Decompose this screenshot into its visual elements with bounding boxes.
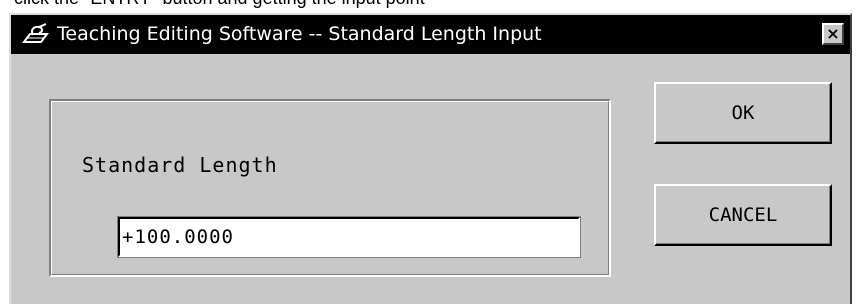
- window-title: Teaching Editing Software -- Standard Le…: [57, 23, 542, 45]
- close-button[interactable]: ×: [822, 23, 844, 45]
- pen-tablet-icon: [21, 23, 49, 45]
- standard-length-group: Standard Length: [49, 99, 611, 277]
- dialog-window: Teaching Editing Software -- Standard Le…: [9, 13, 852, 304]
- close-icon: ×: [826, 24, 840, 43]
- title-bar[interactable]: Teaching Editing Software -- Standard Le…: [11, 15, 850, 54]
- standard-length-input[interactable]: [117, 216, 581, 258]
- top-caption: click the "ENTRY" button and getting the…: [0, 0, 856, 10]
- standard-length-label: Standard Length: [82, 153, 278, 177]
- ok-button[interactable]: OK: [654, 82, 832, 144]
- cancel-button[interactable]: CANCEL: [654, 184, 832, 246]
